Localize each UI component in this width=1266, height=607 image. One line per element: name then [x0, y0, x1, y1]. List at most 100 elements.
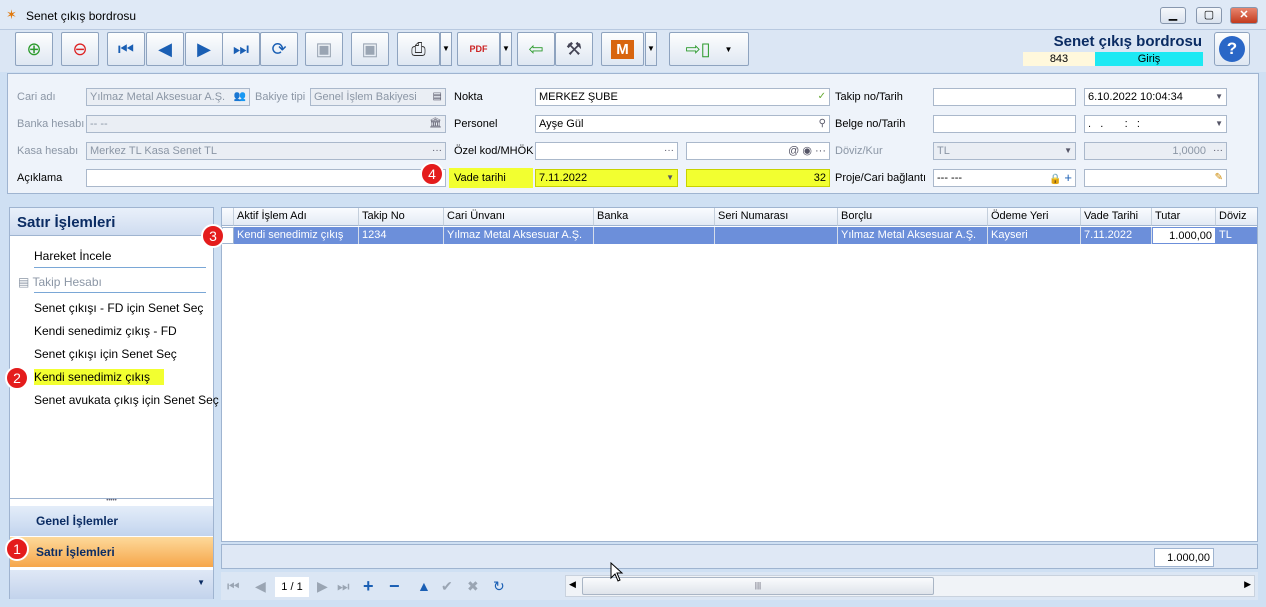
vade-gun-field[interactable]: 32 [686, 169, 830, 187]
next-record-button[interactable]: ▶ [185, 32, 223, 66]
import-button[interactable]: ⇦ [517, 32, 555, 66]
chevron-down-icon[interactable]: ▼ [666, 170, 674, 186]
menu-item-takip-hesabi[interactable]: ▤ Takip Hesabı [18, 274, 102, 290]
chevron-down-icon[interactable]: ▼ [1215, 116, 1223, 132]
table-cell-tutar[interactable]: 1.000,00 [1152, 227, 1216, 244]
pdf-dropdown[interactable]: ▼ [500, 32, 512, 66]
confirm-icon[interactable]: ✔ [441, 577, 453, 595]
eraser-icon[interactable]: ✎ [1215, 170, 1223, 186]
previous-record-icon[interactable]: ◀ [255, 577, 266, 595]
cari-baglanti-field[interactable]: ✎ [1084, 169, 1227, 187]
new-document-button[interactable]: ⊕ [15, 32, 53, 66]
m-button[interactable]: M [601, 32, 644, 66]
takip-tarih-field[interactable]: 6.10.2022 10:04:34 ▼ [1084, 88, 1227, 106]
menu-item-kendi-senedimiz-fd[interactable]: Kendi senedimiz çıkış - FD [34, 323, 177, 339]
nokta-field[interactable]: MERKEZ ŞUBE ✓ [535, 88, 830, 106]
cari-adi-field[interactable]: Yılmaz Metal Aksesuar A.Ş. 👥 [86, 88, 250, 106]
menu-item-hareket-incele[interactable]: Hareket İncele [34, 248, 111, 264]
menu-item-kendi-senedimiz-cikis[interactable]: Kendi senedimiz çıkış [34, 369, 165, 385]
nav-more-button[interactable]: ▼ [10, 570, 213, 599]
col-seri-numarasi[interactable]: Seri Numarası [715, 208, 838, 226]
scroll-thumb[interactable]: ||| [582, 577, 934, 595]
previous-record-button[interactable]: ◀ [146, 32, 184, 66]
save-close-button[interactable]: ▣ [351, 32, 389, 66]
proje-field[interactable]: --- --- 🔒 + [933, 169, 1076, 187]
col-doviz[interactable]: Döviz [1216, 208, 1257, 226]
table-cell[interactable]: Yılmaz Metal Aksesuar A.Ş. [444, 227, 594, 244]
nav-satir-islemleri[interactable]: Satır İşlemleri [10, 537, 213, 567]
scroll-left-icon[interactable]: ◀ [569, 579, 576, 590]
refresh-button[interactable]: ⟳ [260, 32, 298, 66]
refresh-icon[interactable]: ↻ [493, 577, 505, 595]
personel-field[interactable]: Ayşe Gül ⚲ [535, 115, 830, 133]
first-record-icon[interactable]: ⏮ [227, 577, 240, 595]
maximize-button[interactable]: ▢ [1196, 7, 1222, 24]
check-icon[interactable]: ✓ [818, 89, 826, 105]
col-banka[interactable]: Banka [594, 208, 715, 226]
tools-button[interactable]: ⚒ [555, 32, 593, 66]
bank-icon[interactable]: 🏛 [429, 116, 442, 132]
table-cell[interactable]: Kayseri [988, 227, 1081, 244]
splitter-handle[interactable]: ••••• [10, 498, 213, 504]
last-record-icon[interactable]: ⏭ [337, 577, 350, 595]
pdf-button[interactable]: PDF [457, 32, 500, 66]
save-button[interactable]: ▣ [305, 32, 343, 66]
print-dropdown[interactable]: ▼ [440, 32, 452, 66]
next-record-icon[interactable]: ▶ [317, 577, 328, 595]
mhok-field[interactable]: @ ◉ ··· [686, 142, 830, 160]
scroll-right-icon[interactable]: ▶ [1244, 579, 1251, 590]
takip-no-field[interactable] [933, 88, 1076, 106]
print-button[interactable]: ⎙ [397, 32, 440, 66]
table-cell[interactable]: 7.11.2022 [1081, 227, 1152, 244]
table-cell[interactable]: Kendi senedimiz çıkış [234, 227, 359, 244]
exit-button[interactable]: ⇨▯ ▼ [669, 32, 749, 66]
menu-item-senet-avukata[interactable]: Senet avukata çıkış için Senet Seç [34, 392, 219, 408]
help-button[interactable]: ? [1214, 32, 1250, 66]
people-icon[interactable]: 👥 [234, 89, 246, 105]
belge-no-field[interactable] [933, 115, 1076, 133]
table-cell[interactable]: Yılmaz Metal Aksesuar A.Ş. [838, 227, 988, 244]
add-row-icon[interactable]: + [363, 577, 374, 595]
col-cari-unvani[interactable]: Cari Ünvanı [444, 208, 594, 226]
menu-item-senet-cikisi-fd[interactable]: Senet çıkışı - FD için Senet Seç [34, 300, 203, 316]
table-cell[interactable] [715, 227, 838, 244]
chevron-down-icon[interactable]: ▼ [1215, 89, 1223, 105]
delete-document-button[interactable]: ⊖ [61, 32, 99, 66]
ellipsis-icon[interactable]: ··· [1213, 143, 1223, 159]
ellipsis-icon[interactable]: ··· [664, 143, 674, 159]
kur-field[interactable]: 1,0000 ··· [1084, 142, 1227, 160]
close-button[interactable]: ✕ [1230, 7, 1258, 24]
menu-item-senet-cikisi-sec[interactable]: Senet çıkışı için Senet Seç [34, 346, 177, 362]
list-icon[interactable]: ▤ [433, 89, 442, 105]
lock-plus-icon[interactable]: 🔒 + [1049, 170, 1072, 186]
delete-row-icon[interactable]: − [389, 577, 400, 595]
chevron-down-icon[interactable]: ▼ [1064, 143, 1072, 159]
doviz-field[interactable]: TL ▼ [933, 142, 1076, 160]
horizontal-scrollbar[interactable]: ◀ ||| ▶ [565, 575, 1255, 597]
m-dropdown[interactable]: ▼ [645, 32, 657, 66]
cancel-icon[interactable]: ✖ [467, 577, 479, 595]
minimize-button[interactable]: ▁ [1160, 7, 1186, 24]
col-borclu[interactable]: Borçlu [838, 208, 988, 226]
col-aktif-islem-adi[interactable]: Aktif İşlem Adı [234, 208, 359, 226]
col-vade-tarihi[interactable]: Vade Tarihi [1081, 208, 1152, 226]
nav-genel-islemler[interactable]: Genel İşlemler [10, 506, 213, 536]
col-takip-no[interactable]: Takip No [359, 208, 444, 226]
col-odeme-yeri[interactable]: Ödeme Yeri [988, 208, 1081, 226]
belge-tarih-field[interactable]: . . : : ▼ [1084, 115, 1227, 133]
vade-tarihi-field[interactable]: 7.11.2022 ▼ [535, 169, 678, 187]
table-cell[interactable]: 1234 [359, 227, 444, 244]
banka-hesabi-field[interactable]: -- -- 🏛 [86, 115, 446, 133]
first-record-button[interactable]: ⏮ [107, 32, 145, 66]
ellipsis-icon[interactable]: ··· [432, 143, 442, 159]
table-cell[interactable]: TL [1216, 227, 1257, 244]
last-record-button[interactable]: ⏭ [222, 32, 260, 66]
table-cell[interactable] [594, 227, 715, 244]
person-search-icon[interactable]: ⚲ [819, 116, 826, 132]
kasa-hesabi-field[interactable]: Merkez TL Kasa Senet TL ··· [86, 142, 446, 160]
col-tutar[interactable]: Tutar [1152, 208, 1216, 226]
at-eye-icon[interactable]: @ ◉ ··· [788, 143, 826, 159]
ozel-kod-field[interactable]: ··· [535, 142, 678, 160]
move-up-icon[interactable]: ▲ [417, 577, 431, 595]
aciklama-field[interactable] [86, 169, 446, 187]
